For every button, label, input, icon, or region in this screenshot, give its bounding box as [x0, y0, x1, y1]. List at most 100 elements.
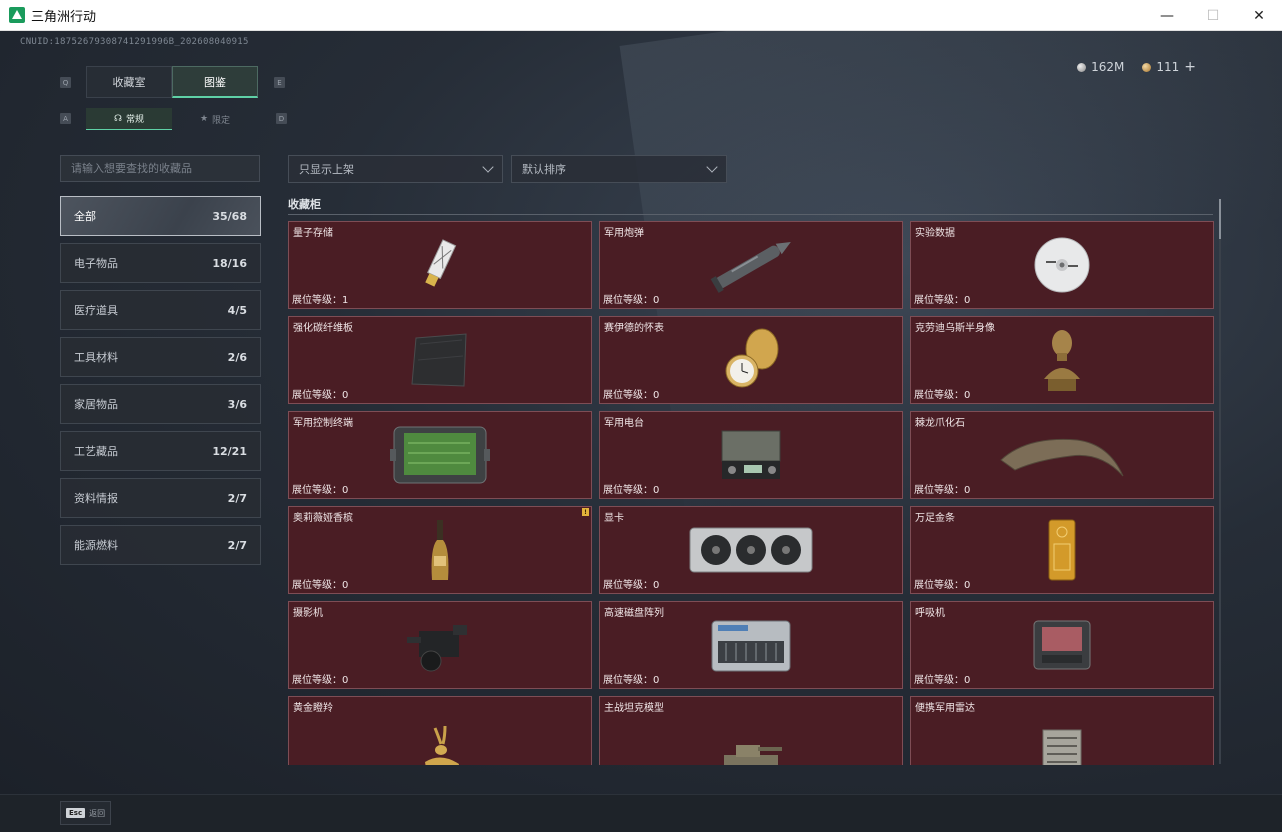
collection-card-carbon-plate[interactable]: 强化碳纤维板 展位等级：0 — [288, 316, 592, 404]
app-logo-icon — [9, 7, 25, 23]
limited-icon: ★ — [199, 114, 209, 124]
tab-regular-label: 常规 — [125, 115, 144, 125]
category-count: 2/6 — [227, 350, 247, 364]
category-count: 12/21 — [212, 444, 247, 458]
regular-icon: ☊ — [113, 113, 122, 124]
add-currency-button[interactable]: + — [1184, 59, 1196, 75]
collection-card-quantum-storage[interactable]: 量子存储 展位等级：1 — [288, 221, 592, 309]
category-intel[interactable]: 资料情报 2/7 — [60, 478, 261, 518]
category-label: 医疗道具 — [74, 304, 118, 317]
gold-amount: 111 — [1156, 60, 1180, 74]
category-count: 35/68 — [212, 209, 247, 223]
bust-statue-icon — [1044, 330, 1080, 391]
player-uid: CNUID:18752679308741291996B_202608040915 — [20, 37, 249, 47]
cabinet-scrollbar[interactable] — [1219, 199, 1221, 764]
tab-limited-label: 限定 — [212, 115, 231, 126]
category-count: 2/7 — [227, 538, 247, 552]
tab-collection-room[interactable]: 收藏室 — [86, 66, 172, 98]
collection-card-camera[interactable]: 摄影机 展位等级：0 — [288, 601, 592, 689]
claw-fossil-icon — [1000, 438, 1124, 477]
item-name: 赛伊德的怀表 — [604, 323, 664, 334]
collection-card-disk-array[interactable]: 高速磁盘阵列 展位等级：0 — [599, 601, 903, 689]
collection-card-claw-fossil[interactable]: 棘龙爪化石 展位等级：0 — [910, 411, 1214, 499]
item-name: 克劳迪乌斯半身像 — [915, 323, 995, 334]
item-name: 便携军用雷达 — [915, 703, 975, 714]
collection-card-claudius-bust[interactable]: 克劳迪乌斯半身像 展位等级：0 — [910, 316, 1214, 404]
collection-card-control-terminal[interactable]: 军用控制终端 展位等级：0 — [288, 411, 592, 499]
category-tools[interactable]: 工具材料 2/6 — [60, 337, 261, 377]
collection-search-input[interactable] — [60, 155, 260, 182]
collection-card-military-shell[interactable]: 军用炮弹 展位等级：0 — [599, 221, 903, 309]
item-name: 摄影机 — [293, 608, 323, 619]
item-name: 军用电台 — [604, 418, 644, 429]
category-household[interactable]: 家居物品 3/6 — [60, 384, 261, 424]
item-level: 展位等级：0 — [914, 580, 971, 591]
tab-regular[interactable]: ☊ 常规 — [86, 108, 172, 130]
sort-dropdown[interactable]: 默认排序 — [511, 155, 727, 183]
collection-card-military-radio[interactable]: 军用电台 展位等级：0 — [599, 411, 903, 499]
collection-card-olivia-champagne[interactable]: 奥莉薇娅香槟 ! 展位等级：0 — [288, 506, 592, 594]
key-hint-a: A — [60, 113, 71, 124]
collection-card-ventilator[interactable]: 呼吸机 展位等级：0 — [910, 601, 1214, 689]
gold-currency: 111 + — [1142, 59, 1196, 75]
graphics-card-icon — [689, 527, 813, 573]
cabinet-title: 收藏柜 — [288, 198, 321, 211]
category-all[interactable]: 全部 35/68 — [60, 196, 261, 236]
item-name: 量子存储 — [293, 228, 333, 239]
tab-catalog[interactable]: 图鉴 — [172, 66, 258, 98]
control-terminal-icon — [390, 426, 490, 484]
collection-card-tank-model[interactable]: 主战坦克模型 展位等级： — [599, 696, 903, 765]
portable-radar-icon — [1042, 729, 1082, 765]
window-titlebar: 三角洲行动 — ☐ ✕ — [0, 0, 1282, 31]
item-level: 展位等级：0 — [603, 580, 660, 591]
golden-gazelle-icon — [425, 726, 459, 765]
item-name: 主战坦克模型 — [604, 703, 664, 714]
collection-card-graphics-card[interactable]: 显卡 展位等级：0 — [599, 506, 903, 594]
collection-card-pocket-watch[interactable]: 赛伊德的怀表 展位等级：0 — [599, 316, 903, 404]
cabinet-divider — [288, 214, 1213, 215]
item-level: 展位等级：0 — [603, 390, 660, 401]
collection-card-golden-gazelle[interactable]: 黄金瞪羚 展位等级： — [288, 696, 592, 765]
military-radio-icon — [721, 430, 781, 479]
maximize-button[interactable]: ☐ — [1190, 0, 1236, 31]
item-name: 高速磁盘阵列 — [604, 608, 664, 619]
silver-coin-icon — [1077, 62, 1087, 72]
cabinet-scrollbar-thumb[interactable] — [1219, 199, 1221, 239]
silver-currency: 162M — [1077, 60, 1124, 74]
currency-bar: 162M 111 + — [1077, 59, 1196, 75]
minimize-button[interactable]: — — [1144, 0, 1190, 31]
collection-card-portable-radar[interactable]: 便携军用雷达 展位等级： — [910, 696, 1214, 765]
category-label: 资料情报 — [74, 492, 118, 505]
category-label: 家居物品 — [74, 398, 118, 411]
sort-value: 默认排序 — [522, 163, 566, 176]
main-tabs: 收藏室 图鉴 — [86, 66, 258, 98]
category-electronics[interactable]: 电子物品 18/16 — [60, 243, 261, 283]
category-energy[interactable]: 能源燃料 2/7 — [60, 525, 261, 565]
category-medical[interactable]: 医疗道具 4/5 — [60, 290, 261, 330]
display-filter-dropdown[interactable]: 只显示上架 — [288, 155, 503, 183]
artillery-shell-icon — [710, 242, 791, 293]
gold-bar-icon — [1048, 519, 1076, 581]
item-level: 展位等级：0 — [292, 580, 349, 591]
category-crafts[interactable]: 工艺藏品 12/21 — [60, 431, 261, 471]
collection-card-gold-bar[interactable]: 万足金条 展位等级：0 — [910, 506, 1214, 594]
display-filter-value: 只显示上架 — [299, 163, 354, 176]
category-count: 18/16 — [212, 256, 247, 270]
item-level: 展位等级：0 — [914, 675, 971, 686]
category-count: 3/6 — [227, 397, 247, 411]
item-level: 展位等级：0 — [914, 295, 971, 306]
close-button[interactable]: ✕ — [1236, 0, 1282, 31]
champagne-bottle-icon — [431, 520, 449, 580]
chevron-down-icon — [482, 161, 494, 173]
back-button[interactable]: Esc 返回 — [60, 801, 112, 825]
disk-array-icon — [711, 620, 791, 672]
item-name: 显卡 — [604, 513, 624, 524]
tab-limited[interactable]: ★ 限定 — [172, 108, 258, 130]
bottom-bar: Esc 返回 — [0, 794, 1282, 832]
collection-card-experiment-data[interactable]: 实验数据 展位等级：0 — [910, 221, 1214, 309]
item-level: 展位等级：0 — [914, 485, 971, 496]
item-name: 万足金条 — [915, 513, 955, 524]
sub-tabs: ☊ 常规 ★ 限定 — [86, 108, 258, 130]
cabinet-grid-viewport: 量子存储 展位等级：1 军用炮弹 展位等级：0 实验数据 展位等级：0 强化碳纤… — [288, 221, 1218, 765]
pocket-watch-icon — [725, 328, 779, 388]
